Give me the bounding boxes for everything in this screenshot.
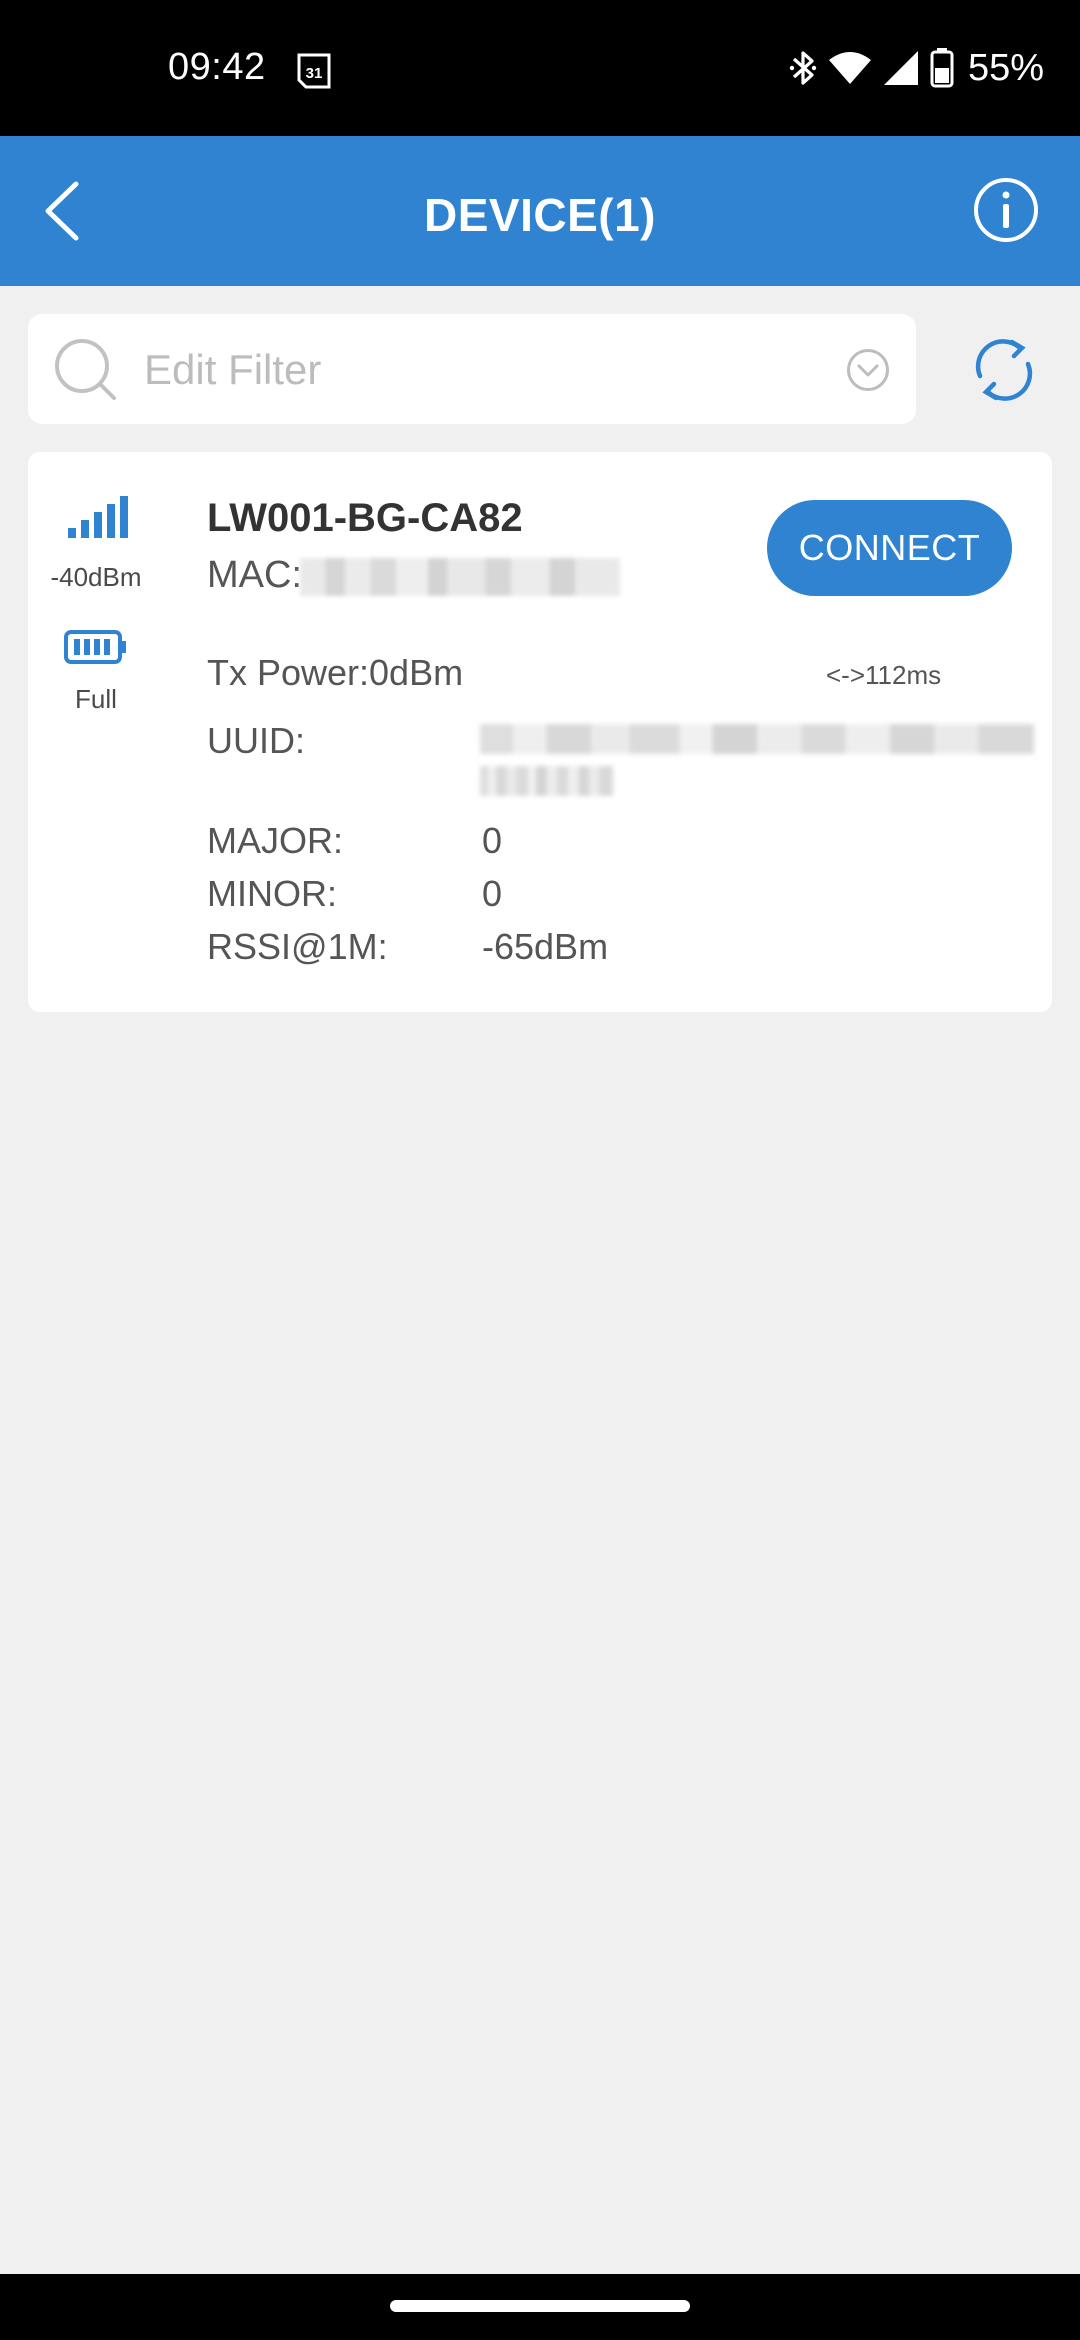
advertising-interval: <->112ms [826, 660, 942, 690]
minor-value: 0 [482, 873, 503, 914]
chevron-down-circle-icon[interactable] [846, 348, 890, 392]
mac-label: MAC: [207, 554, 302, 596]
info-button[interactable] [972, 176, 1040, 244]
wifi-icon [828, 52, 871, 84]
mac-address-redacted [300, 558, 620, 596]
rssi-1m-label: RSSI@1M: [207, 926, 388, 967]
system-nav-bar [0, 2274, 1080, 2340]
tx-power: Tx Power:0dBm [207, 652, 464, 693]
signal-strength-icon [68, 496, 128, 538]
battery-status: Full [75, 684, 117, 714]
status-time: 09:42 [168, 46, 266, 88]
rssi-1m-value: -65dBm [482, 926, 609, 967]
battery-level-icon [64, 630, 126, 664]
filter-field[interactable] [28, 314, 916, 424]
device-name: LW001-BG-CA82 [207, 496, 523, 540]
calendar-icon: 31 [297, 53, 331, 89]
rssi-value: -40dBm [50, 562, 142, 592]
page-title: DEVICE(1) [424, 189, 656, 241]
refresh-button[interactable] [968, 334, 1040, 406]
cellular-signal-icon [883, 51, 918, 85]
refresh-icon [975, 339, 1033, 401]
info-circle-icon [974, 178, 1038, 242]
major-label: MAJOR: [207, 820, 344, 861]
search-icon [55, 339, 116, 400]
minor-label: MINOR: [207, 873, 337, 914]
filter-input[interactable] [144, 344, 744, 396]
status-icons: 55% [788, 44, 1044, 92]
battery-icon [930, 48, 954, 88]
device-card[interactable]: -40dBm Full LW001-BG-CA82 MAC: CONNECT T… [28, 452, 1052, 1012]
battery-percent: 55% [967, 46, 1044, 89]
bluetooth-icon [789, 51, 817, 85]
uuid-label: UUID: [207, 720, 305, 761]
connect-button[interactable]: CONNECT [767, 500, 1012, 596]
uuid-redacted [480, 724, 1034, 804]
status-bar: 09:42 31 55% [0, 0, 1080, 136]
home-gesture-handle[interactable] [390, 2300, 690, 2312]
app-bar: DEVICE(1) [0, 136, 1080, 286]
calendar-day: 31 [306, 65, 323, 82]
major-value: 0 [482, 820, 503, 861]
